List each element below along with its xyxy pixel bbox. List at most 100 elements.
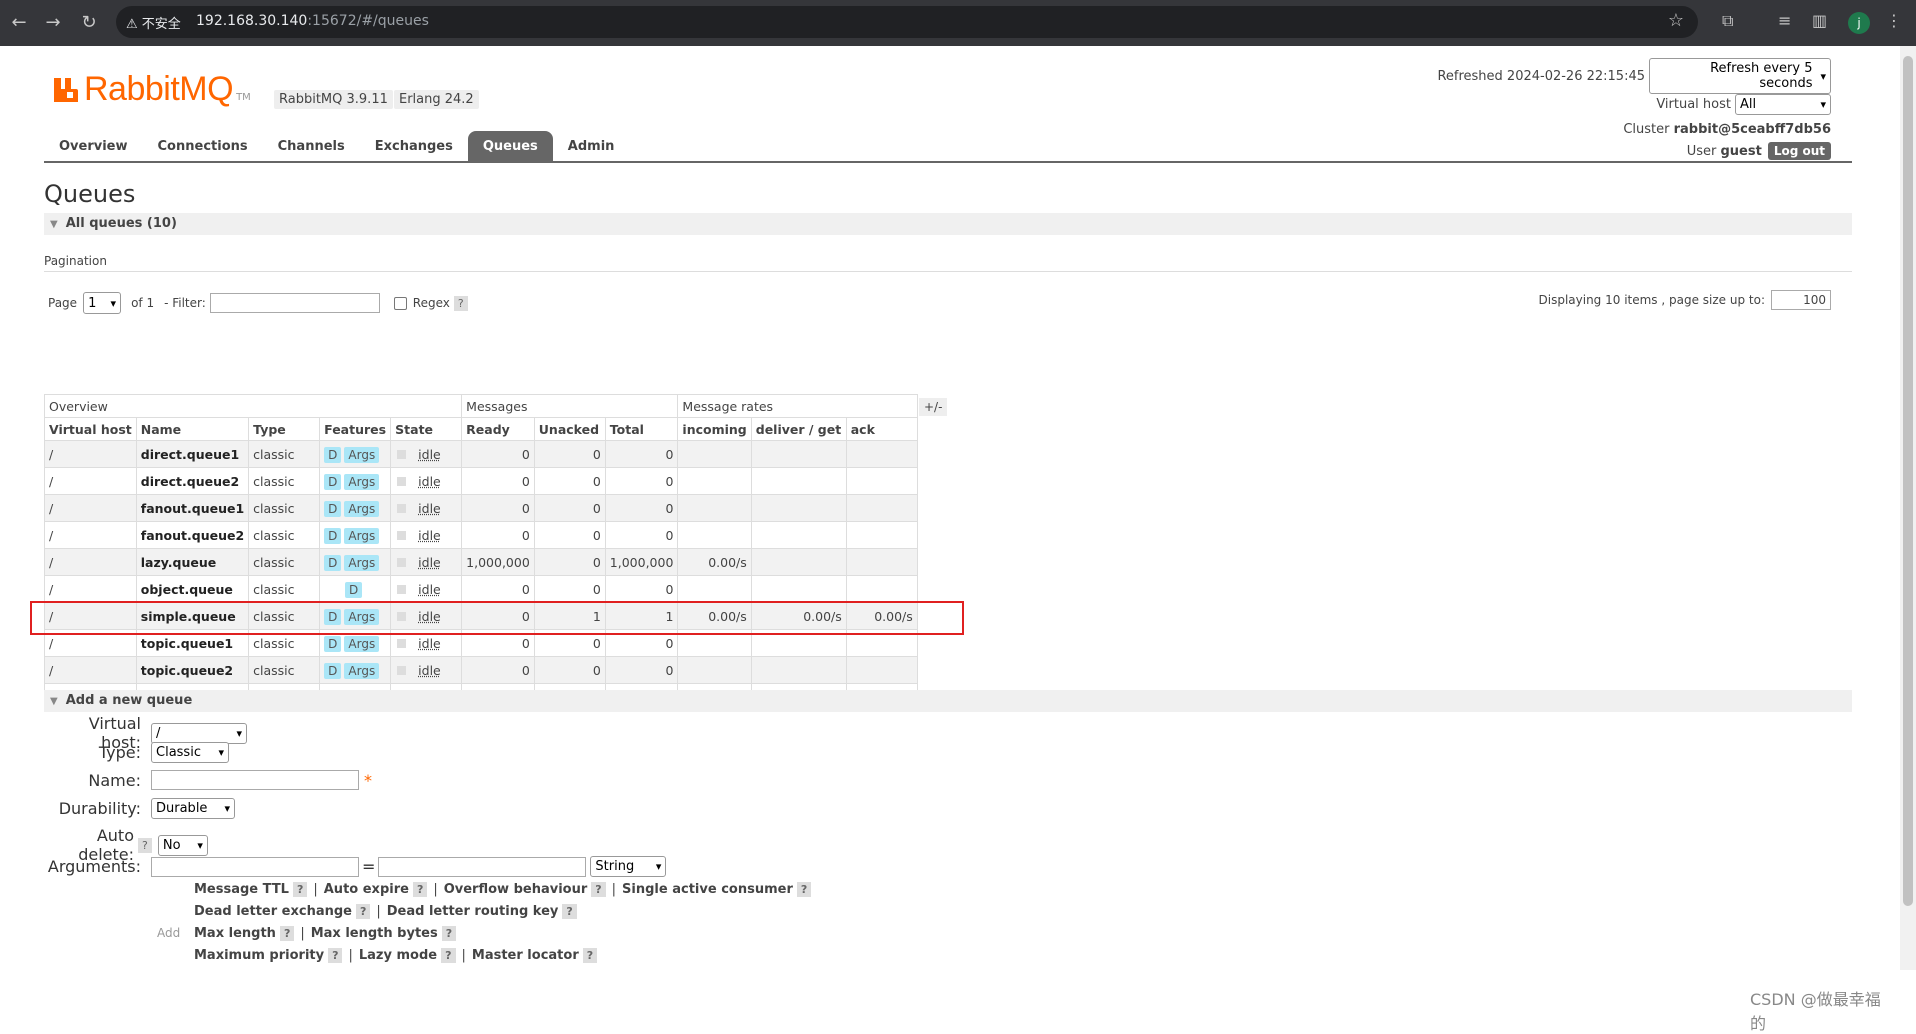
tab-queues[interactable]: Queues [467,131,553,161]
cell-queue-name[interactable]: fanout.queue1 [135,494,250,522]
table-row[interactable]: / lazy.queue classic D Args idle 1,000,000 0 1,0… [44,548,918,576]
argument-value-input[interactable] [378,856,587,877]
reload-icon[interactable]: ↻ [76,10,102,36]
cell-queue-name[interactable]: direct.queue2 [135,467,250,495]
hint-dlx[interactable]: Dead letter exchange [194,904,352,919]
durable-badge[interactable]: D [324,527,342,544]
args-badge[interactable]: Args [344,500,380,517]
table-row[interactable]: / direct.queue2 classic D Args idle 0 0 0 [44,467,918,495]
vertical-scrollbar[interactable] [1900,46,1916,970]
vhost-select[interactable]: All ▾ [1735,93,1831,115]
col-incoming[interactable]: incoming [677,417,752,441]
args-badge[interactable]: Args [344,554,380,571]
security-warning[interactable]: ⚠ 不安全 [126,13,181,32]
help-button[interactable]: ? [582,948,598,963]
tab-connections[interactable]: Connections [143,131,263,161]
hint-max-length-bytes[interactable]: Max length bytes [311,926,438,941]
col-name[interactable]: Name [135,417,250,441]
cell-queue-name[interactable]: lazy.queue [135,548,250,576]
add-queue-section-toggle[interactable]: ▼ Add a new queue [44,690,1852,712]
durable-badge[interactable]: D [324,662,342,679]
hint-dlrk[interactable]: Dead letter routing key [387,904,559,919]
tab-exchanges[interactable]: Exchanges [360,131,468,161]
menu-icon[interactable]: ⋮ [1886,11,1902,30]
back-icon[interactable]: ← [6,10,32,36]
durable-badge[interactable]: D [324,635,342,652]
tab-overview[interactable]: Overview [44,131,143,161]
args-badge[interactable]: Args [344,635,380,652]
args-badge[interactable]: Args [344,527,380,544]
help-button[interactable]: ? [279,926,295,941]
tab-admin[interactable]: Admin [553,131,630,161]
media-icon[interactable]: ≡ [1778,11,1791,30]
vhost-field-select[interactable]: / ▾ [151,722,247,744]
regex-checkbox[interactable] [393,296,407,310]
args-badge[interactable]: Args [344,473,380,490]
col-state[interactable]: State [390,417,463,441]
address-bar[interactable]: ⚠ 不安全 192.168.30.140:15672/#/queues ☆ [116,6,1698,38]
type-field-select[interactable]: Classic ▾ [151,742,229,763]
hint-max-priority[interactable]: Maximum priority [194,948,324,963]
logout-button[interactable]: Log out [1767,142,1831,160]
page-select[interactable]: 1 ▾ [83,292,122,314]
durable-badge[interactable]: D [324,554,342,571]
cell-queue-name[interactable]: topic.queue2 [135,656,250,684]
help-button[interactable]: ? [562,904,577,919]
name-field-input[interactable] [151,770,359,790]
table-row[interactable]: / topic.queue2 classic D Args idle 0 0 0 [44,656,918,684]
tab-channels[interactable]: Channels [263,131,360,161]
table-row[interactable]: / fanout.queue1 classic D Args idle 0 0 0 [44,494,918,522]
help-button[interactable]: ? [328,948,343,963]
cell-queue-name[interactable]: object.queue [135,575,250,603]
help-button[interactable]: ? [591,882,606,897]
col-features[interactable]: Features [319,417,392,441]
page-size-input[interactable]: 100 [1771,290,1831,310]
hint-overflow[interactable]: Overflow behaviour [444,882,588,897]
durable-badge[interactable]: D [324,500,342,517]
bookmark-star-icon[interactable]: ☆ [1668,10,1684,31]
col-virtual-host[interactable]: Virtual host [44,417,137,441]
autodelete-field-select[interactable]: No ▾ [157,834,208,856]
scrollbar-thumb[interactable] [1903,56,1913,906]
hint-max-length[interactable]: Max length [194,926,276,941]
durable-badge[interactable]: D [324,473,342,490]
extensions-icon[interactable]: ⧉ [1722,11,1733,31]
regex-help-button[interactable]: ? [453,295,468,311]
argument-key-input[interactable] [151,856,359,877]
help-button[interactable]: ? [796,882,812,897]
hint-master-locator[interactable]: Master locator [472,948,579,963]
col-ack[interactable]: ack [845,417,918,441]
columns-toggle-button[interactable]: +/- [919,398,948,416]
col-deliver-get[interactable]: deliver / get [750,417,847,441]
help-button[interactable]: ? [292,882,308,897]
durable-badge[interactable]: D [324,446,342,463]
profile-avatar[interactable]: j [1848,12,1870,34]
help-button[interactable]: ? [355,904,371,919]
col-ready[interactable]: Ready [461,417,535,441]
hint-single-active[interactable]: Single active consumer [622,882,793,897]
forward-icon[interactable]: → [40,10,66,36]
col-type[interactable]: Type [248,417,321,441]
col-total[interactable]: Total [604,417,679,441]
hint-message-ttl[interactable]: Message TTL [194,882,289,897]
table-row[interactable]: / object.queue classic Didle 0 0 0 [44,575,918,603]
col-unacked[interactable]: Unacked [533,417,606,441]
args-badge[interactable]: Args [344,662,380,679]
refresh-select[interactable]: Refresh every 5 seconds ▾ [1649,58,1831,94]
all-queues-section-toggle[interactable]: ▼ All queues (10) [44,213,1852,235]
table-row[interactable]: / direct.queue1 classic D Args idle 0 0 0 [44,440,918,468]
hint-auto-expire[interactable]: Auto expire [324,882,409,897]
durability-field-select[interactable]: Durable ▾ [151,798,235,819]
durable-badge[interactable]: D [345,581,363,598]
argument-type-select[interactable]: String ▾ [590,856,667,877]
hint-lazy-mode[interactable]: Lazy mode [359,948,437,963]
cell-queue-name[interactable]: fanout.queue2 [135,521,250,549]
rabbitmq-logo[interactable]: RabbitMQ TM [52,70,251,109]
table-row[interactable]: / fanout.queue2 classic D Args idle 0 0 0 [44,521,918,549]
cell-queue-name[interactable]: direct.queue1 [135,440,250,468]
args-badge[interactable]: Args [344,446,380,463]
help-button[interactable]: ? [441,926,457,941]
autodelete-help-button[interactable]: ? [138,837,152,853]
filter-input[interactable] [209,293,380,313]
help-button[interactable]: ? [412,882,428,897]
